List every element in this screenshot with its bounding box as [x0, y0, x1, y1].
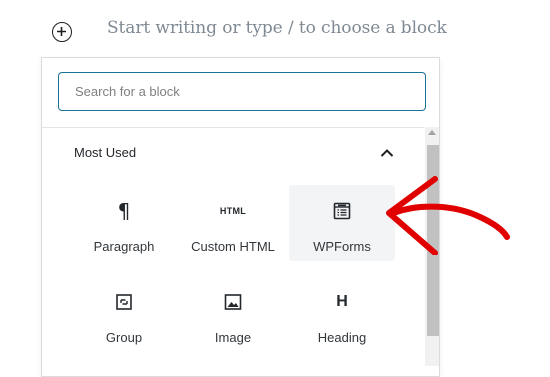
wpforms-icon — [333, 202, 351, 220]
image-icon — [224, 294, 242, 310]
add-block-button[interactable] — [52, 22, 72, 42]
block-label: Image — [214, 330, 252, 345]
block-label: Paragraph — [93, 239, 155, 254]
block-custom-html[interactable]: HTML Custom HTML — [180, 185, 286, 261]
block-label: Heading — [317, 330, 367, 345]
chevron-up-icon[interactable] — [379, 146, 395, 160]
section-title-most-used: Most Used — [74, 145, 137, 160]
block-paragraph[interactable]: ¶ Paragraph — [71, 185, 177, 261]
plus-icon — [57, 27, 66, 36]
paragraph-icon: ¶ — [117, 199, 131, 223]
heading-icon: H — [336, 293, 348, 310]
block-search-input[interactable] — [58, 72, 426, 111]
divider — [42, 127, 424, 128]
block-label: Custom HTML — [191, 239, 275, 254]
editor-placeholder[interactable]: Start writing or type / to choose a bloc… — [107, 18, 447, 38]
annotation-arrow-icon — [386, 176, 510, 255]
scroll-up-arrow[interactable] — [428, 130, 436, 135]
block-image[interactable]: Image — [180, 276, 286, 352]
block-label: Group — [105, 330, 143, 345]
group-icon — [116, 294, 132, 310]
block-heading[interactable]: H Heading — [289, 276, 395, 352]
block-group[interactable]: Group — [71, 276, 177, 352]
html-icon: HTML — [219, 206, 247, 216]
